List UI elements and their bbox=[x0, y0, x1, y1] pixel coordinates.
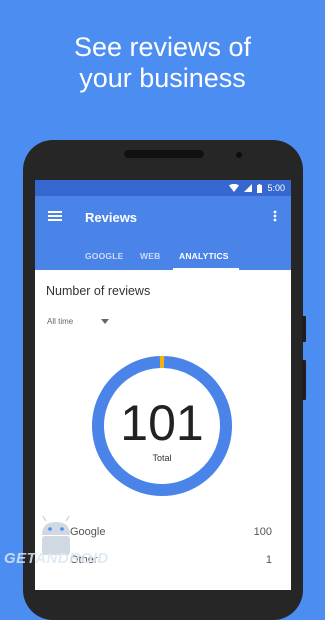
tab-google[interactable]: GOOGLE bbox=[85, 251, 124, 261]
source-count: 1 bbox=[266, 554, 272, 566]
promo-line-1: See reviews of bbox=[0, 32, 325, 63]
source-count: 100 bbox=[254, 526, 272, 538]
dropdown-caret-icon bbox=[101, 319, 109, 324]
more-vert-icon[interactable] bbox=[273, 210, 277, 222]
promo-headline: See reviews of your business bbox=[0, 32, 325, 94]
tab-bar: GOOGLE WEB ANALYTICS bbox=[35, 248, 291, 270]
phone-volume-button bbox=[302, 360, 306, 400]
phone-side-button bbox=[302, 316, 306, 342]
menu-icon[interactable] bbox=[48, 211, 62, 221]
status-bar: 5:00 bbox=[35, 180, 291, 196]
signal-icon bbox=[244, 184, 252, 192]
watermark-logo: GETANDROID bbox=[4, 515, 124, 575]
section-title: Number of reviews bbox=[46, 284, 150, 298]
page-title: Reviews bbox=[85, 210, 137, 225]
total-reviews-count: 101 bbox=[90, 398, 234, 448]
android-robot-icon bbox=[4, 515, 124, 555]
time-filter-dropdown[interactable]: All time bbox=[47, 317, 109, 326]
time-filter-value: All time bbox=[47, 317, 73, 326]
phone-camera bbox=[236, 152, 242, 158]
total-label: Total bbox=[90, 453, 234, 463]
promo-line-2: your business bbox=[0, 63, 325, 94]
battery-icon bbox=[257, 184, 262, 193]
app-bar: Reviews GOOGLE WEB ANALYTICS bbox=[35, 196, 291, 270]
tab-web[interactable]: WEB bbox=[140, 251, 160, 261]
wifi-icon bbox=[229, 184, 239, 192]
tab-analytics[interactable]: ANALYTICS bbox=[179, 251, 229, 261]
status-time: 5:00 bbox=[267, 183, 285, 193]
watermark-text: GETANDROID bbox=[4, 550, 109, 567]
phone-speaker bbox=[124, 150, 204, 158]
active-tab-indicator bbox=[173, 268, 239, 270]
